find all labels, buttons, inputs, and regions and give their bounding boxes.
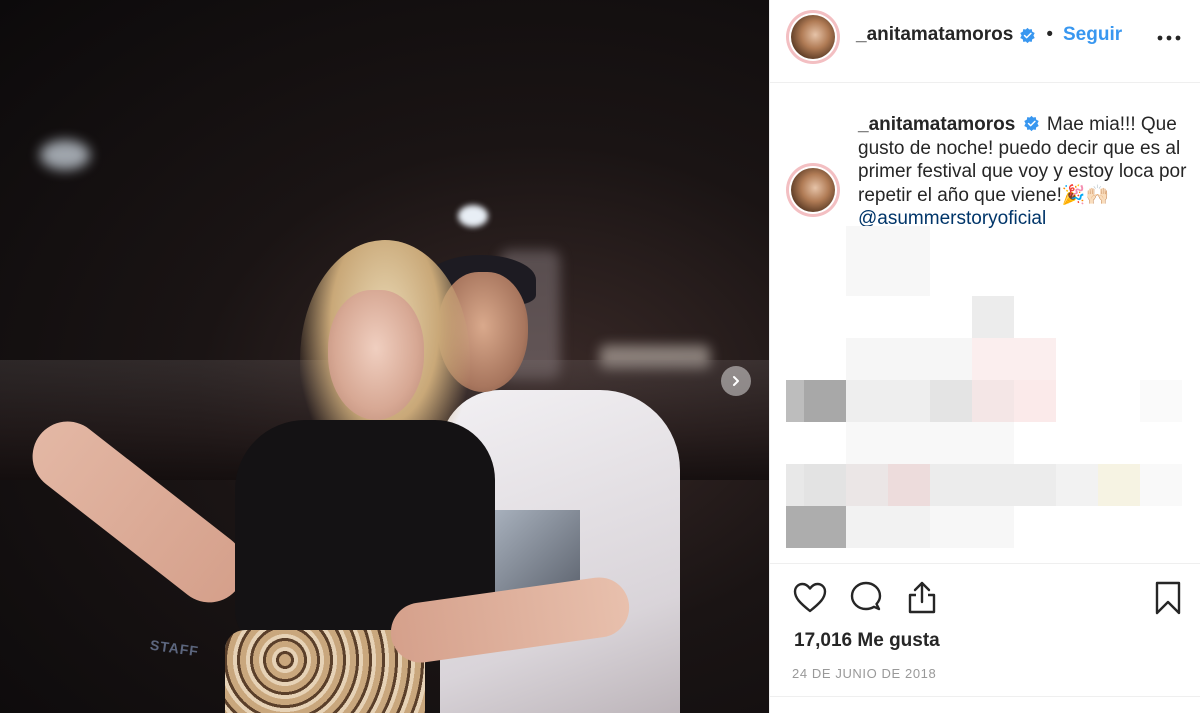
comment-bar — [770, 696, 1200, 713]
post-header: _anitamatamoros • Seguir — [770, 0, 1200, 83]
stage-light — [40, 140, 90, 170]
post-photo[interactable]: STAFF — [0, 0, 769, 713]
share-icon — [908, 581, 936, 614]
comment-icon — [850, 581, 882, 611]
heart-icon — [793, 582, 827, 613]
header-user: _anitamatamoros • Seguir — [856, 24, 1122, 46]
separator-dot: • — [1046, 24, 1053, 45]
like-button[interactable] — [792, 580, 828, 616]
more-options-icon — [1157, 35, 1181, 41]
verified-badge-icon — [1023, 115, 1039, 132]
share-button[interactable] — [904, 580, 940, 616]
bookmark-icon — [1155, 581, 1181, 615]
caption-avatar[interactable] — [786, 163, 840, 217]
save-button[interactable] — [1150, 580, 1186, 616]
post-actions: 17,016 Me gusta 24 DE JUNIO DE 2018 — [770, 563, 1200, 713]
follow-button[interactable]: Seguir — [1063, 24, 1122, 46]
avatar-image — [791, 168, 835, 212]
avatar[interactable] — [786, 10, 840, 64]
stage-light — [458, 205, 488, 227]
more-options-button[interactable] — [1154, 28, 1184, 48]
avatar-image — [791, 15, 835, 59]
chevron-right-icon — [733, 376, 739, 386]
next-photo-button[interactable] — [721, 366, 751, 396]
caption-username[interactable]: _anitamatamoros — [858, 114, 1015, 135]
post-sidebar: _anitamatamoros • Seguir _anitamatamoros… — [769, 0, 1200, 713]
person-face — [328, 290, 424, 420]
likes-count[interactable]: 17,016 Me gusta — [794, 630, 940, 652]
comment-button[interactable] — [848, 580, 884, 616]
post-caption: _anitamatamoros Mae mia!!! Que gusto de … — [858, 113, 1188, 231]
staff-text: STAFF — [149, 636, 200, 660]
post-date[interactable]: 24 DE JUNIO DE 2018 — [792, 666, 936, 681]
username-link[interactable]: _anitamatamoros — [856, 24, 1013, 46]
pixelated-comments — [786, 226, 1196, 566]
verified-badge-icon — [1020, 27, 1036, 43]
